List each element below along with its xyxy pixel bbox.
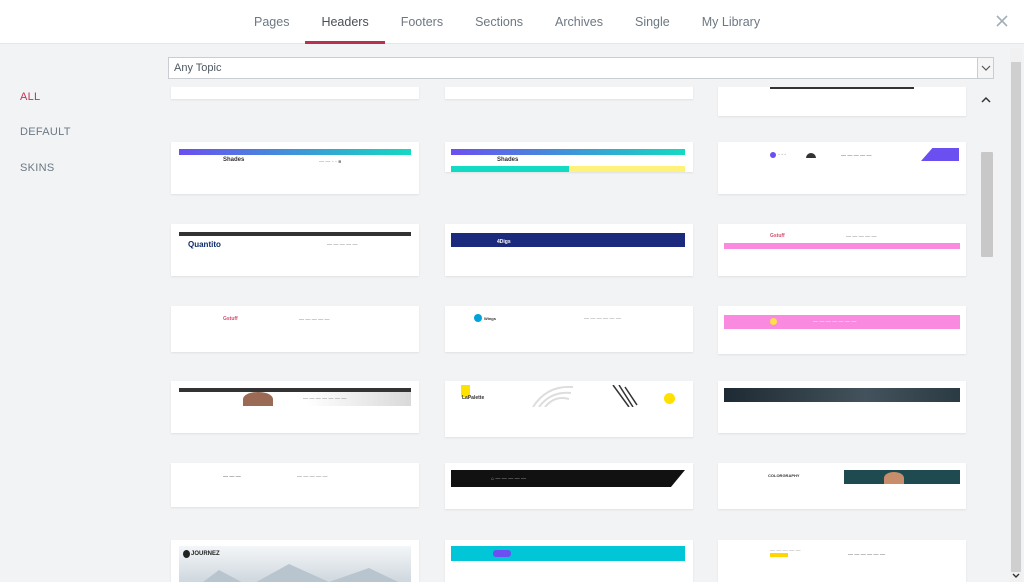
topic-select[interactable]: Any Topic xyxy=(168,57,994,79)
template-card[interactable]: — — — — — — — — xyxy=(171,463,419,507)
top-bar: Pages Headers Footers Sections Archives … xyxy=(0,0,1024,44)
template-card[interactable]: Shades — — ◦ ◦ ■ xyxy=(171,142,419,194)
card-logo: Gstuff xyxy=(770,233,785,239)
template-card[interactable]: — — — — — — — xyxy=(718,306,966,354)
tab-bar: Pages Headers Footers Sections Archives … xyxy=(238,0,776,44)
tab-single[interactable]: Single xyxy=(619,0,686,44)
chevron-down-icon[interactable] xyxy=(977,58,993,78)
tab-my-library[interactable]: My Library xyxy=(686,0,776,44)
template-card[interactable]: ⌂ — — — — — xyxy=(445,463,693,509)
template-card[interactable]: 4Digs xyxy=(445,224,693,276)
tab-sections[interactable]: Sections xyxy=(459,0,539,44)
card-logo: 4Digs xyxy=(497,239,511,245)
template-card[interactable]: Quantito — — — — — xyxy=(171,224,419,276)
template-grid: Shades — — ◦ ◦ ■ Shades ◦ ◦ ◦ — — — — — … xyxy=(168,87,976,582)
card-logo: Quantito xyxy=(188,240,221,249)
card-logo: Gstuff xyxy=(223,316,238,322)
template-card[interactable]: Shades xyxy=(445,142,693,172)
template-card[interactable]: COLORGRAPHY xyxy=(718,463,966,509)
tab-archives[interactable]: Archives xyxy=(539,0,619,44)
card-logo: JOURNEZ xyxy=(191,551,220,557)
card-logo: LaPalette xyxy=(462,395,485,401)
template-card[interactable]: LaPalette xyxy=(445,381,693,437)
tab-pages[interactable]: Pages xyxy=(238,0,305,44)
template-card[interactable] xyxy=(171,87,419,99)
template-card[interactable]: ◦ ◦ ◦ — — — — — xyxy=(718,142,966,194)
card-logo: COLORGRAPHY xyxy=(768,473,800,478)
card-logo: Wings xyxy=(484,316,496,321)
topic-select-value: Any Topic xyxy=(174,62,222,74)
template-card[interactable]: Gstuff — — — — — xyxy=(171,306,419,352)
template-card[interactable] xyxy=(445,540,693,582)
template-card[interactable] xyxy=(718,87,966,116)
sidebar-item-default[interactable]: DEFAULT xyxy=(20,126,71,138)
sidebar-item-skins[interactable]: SKINS xyxy=(20,162,55,174)
close-icon[interactable] xyxy=(992,11,1012,31)
template-card[interactable]: JOURNEZ xyxy=(171,540,419,582)
chevron-down-icon[interactable] xyxy=(1011,568,1021,578)
template-card[interactable] xyxy=(445,87,693,99)
page-scrollbar-thumb[interactable] xyxy=(1011,62,1021,572)
card-logo: Shades xyxy=(223,157,245,163)
tab-footers[interactable]: Footers xyxy=(385,0,459,44)
chevron-up-icon[interactable] xyxy=(980,92,992,103)
template-card[interactable]: — — — — — — — — — — — xyxy=(718,540,966,582)
template-card[interactable]: Gstuff — — — — — xyxy=(718,224,966,276)
tab-headers[interactable]: Headers xyxy=(305,0,385,44)
grid-scrollbar-thumb[interactable] xyxy=(981,152,993,257)
template-card[interactable]: — — — — — — — xyxy=(171,381,419,433)
sidebar-item-all[interactable]: ALL xyxy=(20,91,40,103)
template-card[interactable]: Wings — — — — — — xyxy=(445,306,693,352)
template-card[interactable] xyxy=(718,381,966,433)
card-logo: Shades xyxy=(497,157,519,163)
